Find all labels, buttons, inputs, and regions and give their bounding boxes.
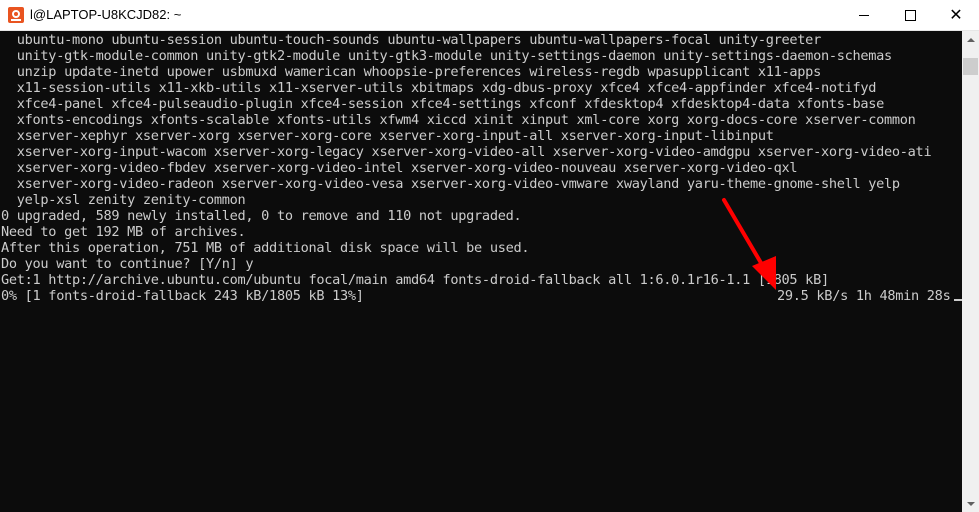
terminal-line: xfce4-panel xfce4-pulseaudio-plugin xfce…: [1, 96, 885, 112]
terminal-line: Need to get 192 MB of archives.: [1, 224, 246, 240]
chevron-down-icon: [966, 501, 975, 506]
maximize-icon: [904, 9, 916, 21]
close-button[interactable]: ✕: [933, 0, 979, 30]
terminal-line: Do you want to continue? [Y/n] y: [1, 256, 254, 272]
terminal-line: Get:1 http://archive.ubuntu.com/ubuntu f…: [1, 272, 829, 288]
scroll-up-button[interactable]: [962, 31, 979, 48]
terminal-line: xserver-xorg-video-fbdev xserver-xorg-vi…: [1, 160, 798, 176]
scroll-thumb[interactable]: [963, 58, 978, 75]
terminal-line: xserver-xorg-video-radeon xserver-xorg-v…: [1, 176, 900, 192]
ubuntu-terminal-icon: [8, 7, 24, 23]
terminal-cursor: [954, 299, 962, 301]
terminal-line: xfonts-encodings xfonts-scalable xfonts-…: [1, 112, 916, 128]
terminal-line: xserver-xorg-input-wacom xserver-xorg-le…: [1, 144, 932, 160]
scroll-down-button[interactable]: [962, 495, 979, 512]
terminal-line: unity-gtk-module-common unity-gtk2-modul…: [1, 48, 892, 64]
progress-line: 0% [1 fonts-droid-fallback 243 kB/1805 k…: [1, 288, 364, 304]
terminal-line: unzip update-inetd upower usbmuxd wameri…: [1, 64, 821, 80]
minimize-button[interactable]: [841, 0, 887, 30]
terminal-line: After this operation, 751 MB of addition…: [1, 240, 530, 256]
maximize-button[interactable]: [887, 0, 933, 30]
title-bar[interactable]: l@LAPTOP-U8KCJD82: ~ ✕: [0, 0, 979, 31]
download-speed-eta: 29.5 kB/s 1h 48min 28s: [777, 288, 951, 304]
terminal-line: yelp-xsl zenity zenity-common: [1, 192, 246, 208]
chevron-up-icon: [966, 37, 975, 42]
terminal-output[interactable]: ubuntu-mono ubuntu-session ubuntu-touch-…: [0, 31, 962, 512]
window-title: l@LAPTOP-U8KCJD82: ~: [30, 7, 182, 22]
terminal-line: x11-session-utils x11-xkb-utils x11-xser…: [1, 80, 877, 96]
close-icon: ✕: [949, 5, 963, 24]
terminal-line: xserver-xephyr xserver-xorg xserver-xorg…: [1, 128, 774, 144]
minimize-icon: [859, 14, 869, 16]
terminal-line: 0 upgraded, 589 newly installed, 0 to re…: [1, 208, 522, 224]
vertical-scrollbar[interactable]: [962, 31, 979, 512]
terminal-line: ubuntu-mono ubuntu-session ubuntu-touch-…: [1, 32, 821, 48]
